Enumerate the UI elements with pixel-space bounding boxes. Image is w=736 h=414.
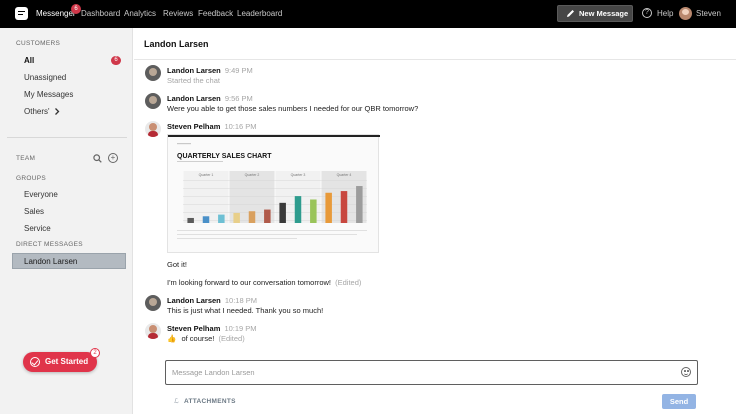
- avatar[interactable]: [145, 323, 161, 339]
- sidebar-item-my-messages[interactable]: My Messages: [24, 90, 73, 99]
- avatar[interactable]: [145, 65, 161, 81]
- chart-bar: [202, 216, 210, 223]
- chevron-right-icon: [54, 108, 60, 115]
- sales-chart-attachment[interactable]: QUARTERLY SALES CHART Quarter 1 Quarter 2…: [167, 134, 380, 253]
- new-message-button[interactable]: New Message: [557, 5, 633, 22]
- message-line: of course!: [181, 334, 215, 343]
- message-line: I'm looking forward to our conversation …: [167, 278, 332, 287]
- message-sender: Landon Larsen 9:56 PM: [167, 94, 253, 103]
- message-sender: Steven Pelham 10:19 PM: [167, 324, 257, 333]
- get-started-button[interactable]: Get Started: [23, 352, 97, 372]
- thumbs-up-icon: 👍: [167, 334, 177, 343]
- sender-name: Landon Larsen: [167, 66, 221, 75]
- nav-reviews[interactable]: Reviews: [163, 9, 193, 18]
- chart-bar: [264, 209, 271, 223]
- message-timestamp: 9:49 PM: [224, 66, 253, 75]
- sidebar-item-unassigned[interactable]: Unassigned: [24, 73, 66, 82]
- message-timestamp: 10:16 PM: [224, 122, 257, 131]
- sidebar-item-everyone[interactable]: Everyone: [24, 190, 58, 199]
- new-message-label: New Message: [579, 9, 629, 18]
- quarter-label: Quarter 1: [199, 173, 214, 177]
- message-text: Got it!: [167, 260, 188, 269]
- chart-bar: [325, 192, 332, 223]
- quarter-label: Quarter 4: [337, 173, 352, 177]
- sidebar-item-others[interactable]: Others': [24, 107, 60, 116]
- message-sender: Landon Larsen 9:49 PM: [167, 66, 253, 75]
- attachments-label: ATTACHMENTS: [183, 398, 236, 405]
- message-timestamp: 10:18 PM: [224, 296, 257, 305]
- chart-bar: [187, 217, 194, 223]
- message-text: I'm looking forward to our conversation …: [167, 278, 361, 287]
- team-heading: TEAM: [16, 155, 36, 162]
- message-composer[interactable]: [165, 360, 698, 385]
- search-icon[interactable]: [93, 154, 102, 163]
- message-sender: Steven Pelham 10:16 PM: [167, 122, 257, 131]
- top-nav-bar: Messenger 6 Dashboard Analytics Reviews …: [0, 0, 736, 28]
- pencil-icon: [567, 10, 574, 17]
- help-label: Help: [657, 9, 674, 18]
- avatar[interactable]: [145, 295, 161, 311]
- nav-messenger[interactable]: Messenger: [36, 9, 76, 18]
- conversation-header: Landon Larsen: [134, 28, 736, 60]
- chart-bar: [218, 214, 225, 223]
- all-count-badge: 6: [111, 56, 121, 65]
- chart-bar: [279, 202, 286, 223]
- groups-heading: GROUPS: [16, 175, 46, 182]
- sidebar-item-all[interactable]: All: [24, 56, 34, 65]
- message-timestamp: 9:56 PM: [224, 94, 253, 103]
- paperclip-icon: ℒ: [174, 398, 179, 405]
- sales-chart-image: QUARTERLY SALES CHART Quarter 1 Quarter 2…: [177, 143, 367, 239]
- direct-messages-heading: DIRECT MESSAGES: [16, 241, 83, 248]
- get-started-badge: 2: [90, 348, 100, 358]
- attachments-button[interactable]: ℒ ATTACHMENTS: [174, 397, 236, 405]
- chart-bar: [356, 186, 363, 223]
- check-circle-icon: [30, 357, 40, 367]
- message-sender: Landon Larsen 10:18 PM: [167, 296, 257, 305]
- sidebar-item-landon-larsen[interactable]: Landon Larsen: [12, 253, 126, 269]
- quarter-label: Quarter 2: [245, 173, 260, 177]
- dm-label: Landon Larsen: [24, 257, 78, 266]
- edited-label: (Edited): [218, 334, 245, 343]
- get-started-label: Get Started: [45, 357, 89, 366]
- sidebar-item-sales[interactable]: Sales: [24, 207, 44, 216]
- avatar[interactable]: [145, 93, 161, 109]
- customers-heading: CUSTOMERS: [16, 40, 61, 47]
- conversation-title: Landon Larsen: [144, 39, 209, 49]
- sidebar-item-service[interactable]: Service: [24, 224, 51, 233]
- message-text: Started the chat: [167, 76, 220, 85]
- chart-bar: [340, 191, 348, 223]
- nav-dashboard[interactable]: Dashboard: [81, 9, 120, 18]
- message-input[interactable]: [172, 366, 662, 378]
- sidebar-divider: [7, 137, 127, 138]
- messenger-badge: 6: [71, 4, 81, 14]
- avatar[interactable]: [145, 121, 161, 137]
- edited-label: (Edited): [335, 278, 362, 287]
- user-name[interactable]: Steven: [696, 9, 721, 18]
- message-text: This is just what I needed. Thank you so…: [167, 306, 324, 315]
- nav-feedback[interactable]: Feedback: [198, 9, 233, 18]
- quarter-label: Quarter 3: [291, 173, 306, 177]
- message-text: 👍 of course! (Edited): [167, 334, 245, 343]
- add-team-icon[interactable]: +: [108, 153, 118, 163]
- chart-bar: [294, 196, 302, 223]
- nav-analytics[interactable]: Analytics: [124, 9, 156, 18]
- chart-bar: [310, 199, 317, 223]
- help-icon: ?: [642, 8, 652, 18]
- chart-bar: [248, 211, 256, 223]
- message-text: Were you able to get those sales numbers…: [167, 104, 419, 113]
- message-timestamp: 10:19 PM: [224, 324, 257, 333]
- chart-bar: [233, 212, 240, 223]
- sender-name: Steven Pelham: [167, 122, 221, 131]
- sender-name: Landon Larsen: [167, 94, 221, 103]
- emoji-icon[interactable]: [681, 367, 691, 377]
- sender-name: Landon Larsen: [167, 296, 221, 305]
- nav-leaderboard[interactable]: Leaderboard: [237, 9, 282, 18]
- send-button[interactable]: Send: [662, 394, 696, 409]
- sender-name: Steven Pelham: [167, 324, 221, 333]
- user-avatar[interactable]: [679, 7, 692, 20]
- others-label: Others': [24, 107, 50, 116]
- messenger-logo-icon[interactable]: [15, 7, 28, 20]
- sales-chart-title: QUARTERLY SALES CHART: [177, 153, 272, 160]
